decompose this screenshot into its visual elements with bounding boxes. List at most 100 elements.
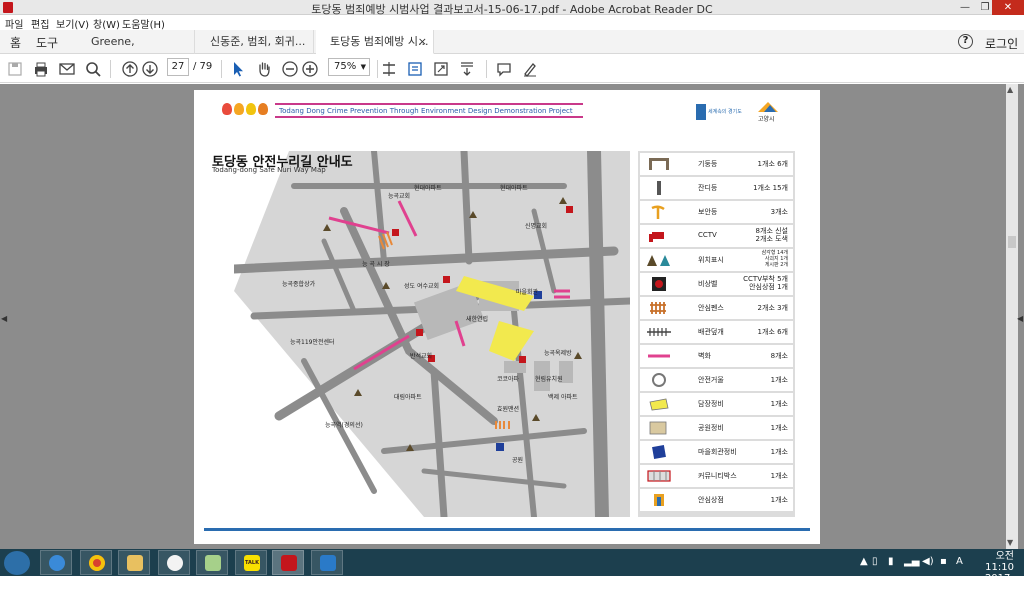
zoom-select[interactable]: 75% ▼ xyxy=(328,58,370,76)
itunes-icon[interactable] xyxy=(158,550,190,575)
legend-count: 1개소 xyxy=(770,448,788,456)
legend-name: 비상벨 xyxy=(698,280,718,288)
legend-row: CCTV 8개소 신설 2개소 도색 xyxy=(640,225,793,247)
park-icon xyxy=(649,421,667,435)
read-mode-icon[interactable] xyxy=(458,60,476,78)
legend-count: 1개소 15개 xyxy=(753,184,788,192)
help-icon[interactable]: ? xyxy=(958,34,973,49)
ie-icon[interactable] xyxy=(40,550,72,575)
page-down-icon[interactable] xyxy=(141,60,159,78)
tray-up-arrow-icon[interactable]: ▲ xyxy=(860,556,868,567)
scroll-mode-icon[interactable] xyxy=(406,60,424,78)
save-icon[interactable] xyxy=(6,60,24,78)
legend-row: 안심펜스 2개소 3개 xyxy=(640,297,793,319)
cctv-icon xyxy=(649,232,664,242)
full-screen-icon[interactable] xyxy=(432,60,450,78)
document-tab[interactable]: Greene, econometr... xyxy=(77,30,195,72)
search-icon[interactable] xyxy=(84,60,102,78)
tray-volume-icon[interactable]: ◀) xyxy=(922,556,934,567)
map-label: 새한연립 xyxy=(466,316,489,323)
tray-network-icon[interactable]: ▯ xyxy=(872,556,878,567)
map-label: 대림아파트 xyxy=(394,394,422,401)
legend-count: 1개소 xyxy=(770,472,788,480)
tray-battery-icon[interactable]: ▮ xyxy=(888,556,894,567)
legend-name: 안심상점 xyxy=(698,496,724,504)
app-icon[interactable] xyxy=(311,550,343,575)
goyang-logo-text: 고양시 xyxy=(758,116,775,123)
kakaotalk-icon[interactable]: TALK xyxy=(235,550,267,575)
legend-name: CCTV xyxy=(698,231,717,239)
home-tab[interactable]: 홈 xyxy=(10,34,21,51)
taskbar-clock[interactable]: 오전 11:10 2017-03-03 xyxy=(972,551,1014,595)
toolbar-divider xyxy=(110,60,111,78)
chrome-icon[interactable] xyxy=(80,550,112,575)
legend-row: 비상벨 CCTV부착 5개 안심상점 1개 xyxy=(640,273,793,295)
tray-flag-icon[interactable]: ▪ xyxy=(940,556,947,567)
taskbar: TALK ▲ ▯ ▮ ▂▄ ◀) ▪ A xyxy=(0,549,1024,576)
menu-file[interactable]: 파일 xyxy=(5,16,23,31)
scroll-up-icon[interactable]: ▲ xyxy=(1007,85,1013,94)
bulb-icon xyxy=(246,103,256,115)
security-light-icon xyxy=(651,205,665,219)
page-up-icon[interactable] xyxy=(121,60,139,78)
document-tab[interactable]: 신동준, 범죄, 회귀... xyxy=(196,30,314,54)
fence-icon xyxy=(650,302,666,314)
scrollbar-thumb[interactable] xyxy=(1008,236,1016,248)
scroll-down-icon[interactable]: ▼ xyxy=(1007,538,1013,547)
legend-row: 위치표시 삼각형 14개 사괴지 1개 게시판 2개 xyxy=(640,249,793,271)
legend-count: 1개소 xyxy=(770,496,788,504)
hand-tool-icon[interactable] xyxy=(255,60,273,78)
ime-indicator[interactable]: A xyxy=(956,556,963,567)
comment-icon[interactable] xyxy=(495,60,513,78)
select-cursor-icon[interactable] xyxy=(229,60,247,78)
kakao-label: TALK xyxy=(244,555,260,571)
start-button[interactable] xyxy=(4,551,30,575)
page-footer-rule xyxy=(204,528,810,531)
login-link[interactable]: 로그인 xyxy=(985,35,1018,52)
legend-count: 2개소 3개 xyxy=(757,304,788,312)
legend-count: 3개소 xyxy=(770,208,788,216)
gyeonggi-logo: 세계속의 경기도 xyxy=(696,104,744,120)
document-tab-active[interactable]: 토당동 범죄예방 시... × xyxy=(316,30,434,54)
menu-bar: 파일 편집 보기(V) 창(W) 도움말(H) xyxy=(0,15,1024,31)
legend-name: 잔디등 xyxy=(698,184,718,192)
legend-name: 배관덮개 xyxy=(698,328,724,336)
tab-label: 신동준, 범죄, 회귀... xyxy=(210,35,306,48)
legend-row: 보안등 3개소 xyxy=(640,201,793,223)
fit-page-icon[interactable] xyxy=(380,60,398,78)
left-panel-toggle-icon[interactable]: ◀ xyxy=(1,314,7,323)
acrobat-icon[interactable] xyxy=(272,550,304,575)
toolbar-divider xyxy=(221,60,222,78)
email-icon[interactable] xyxy=(58,60,76,78)
print-icon[interactable] xyxy=(32,60,50,78)
menu-window[interactable]: 창(W) xyxy=(93,16,120,31)
zoom-value: 75% xyxy=(334,61,357,72)
folder-icon[interactable] xyxy=(196,550,228,575)
legend-name: 위치표시 xyxy=(698,256,724,264)
zoom-out-icon[interactable] xyxy=(281,60,299,78)
legend-row: 벽화 8개소 xyxy=(640,345,793,367)
clock-time: 오전 11:10 xyxy=(985,551,1014,573)
menu-edit[interactable]: 편집 xyxy=(31,16,49,31)
mirror-icon xyxy=(652,373,666,387)
tab-close-icon[interactable]: × xyxy=(418,30,427,54)
legend-row: 기둥등 1개소 6개 xyxy=(640,153,793,175)
map-label: 마을회관 xyxy=(516,289,539,296)
map-label: 공원 xyxy=(512,457,524,464)
tray-signal-icon[interactable]: ▂▄ xyxy=(904,556,919,567)
menu-view[interactable]: 보기(V) xyxy=(56,16,89,31)
right-panel-toggle-icon[interactable]: ◀ xyxy=(1017,314,1023,323)
tab-bar: 홈 도구 Greene, econometr... 신동준, 범죄, 회귀...… xyxy=(0,30,1024,72)
map-label: 효원맨션 xyxy=(497,406,520,413)
zoom-in-icon[interactable] xyxy=(301,60,319,78)
highlight-pen-icon[interactable] xyxy=(521,60,539,78)
menu-help[interactable]: 도움말(H) xyxy=(122,16,165,31)
toolbar-divider xyxy=(486,60,487,78)
page-number-input[interactable]: 27 xyxy=(167,58,189,76)
close-window-button[interactable]: ✕ xyxy=(992,0,1024,15)
tools-tab[interactable]: 도구 xyxy=(36,34,58,51)
legend-name: 안전거울 xyxy=(698,376,724,384)
legend-row: 담장정비 1개소 xyxy=(640,393,793,415)
map-label: 코코아파 xyxy=(497,376,520,383)
explorer-icon[interactable] xyxy=(118,550,150,575)
